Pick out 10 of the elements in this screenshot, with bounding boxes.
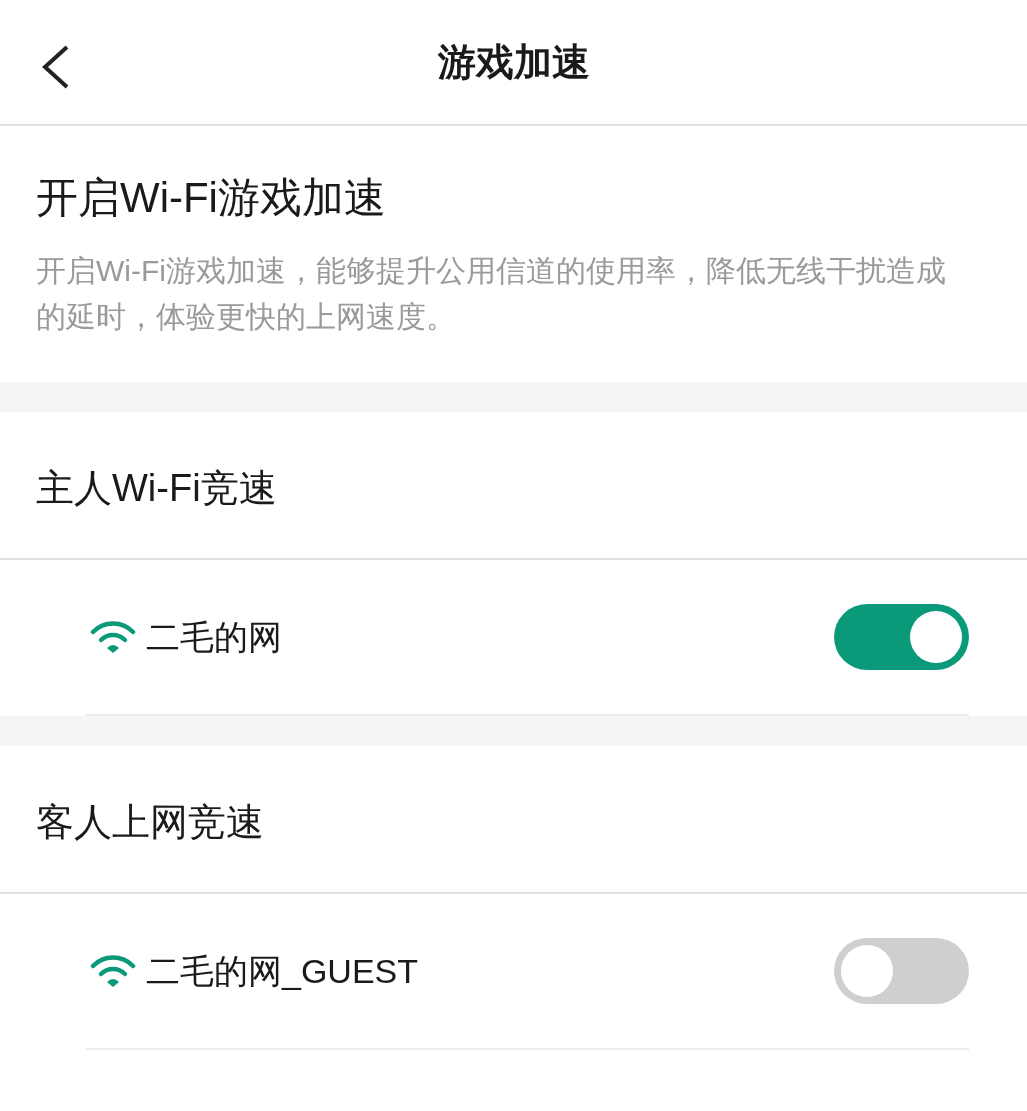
feature-description: 开启Wi-Fi游戏加速，能够提升公用信道的使用率，降低无线干扰造成的延时，体验更快的上网速度。	[36, 253, 947, 335]
feature-title: 开启Wi-Fi游戏加速	[36, 173, 387, 223]
network-name: 二毛的网	[146, 616, 282, 658]
page-title: 游戏加速	[437, 39, 590, 85]
wifi-icon	[90, 954, 136, 988]
network-name: 二毛的网_GUEST	[146, 950, 419, 992]
wifi-icon	[90, 620, 136, 654]
back-icon	[40, 44, 70, 90]
section-title: 主人Wi-Fi竞速	[36, 465, 277, 511]
section-title: 客人上网竞速	[36, 799, 264, 845]
